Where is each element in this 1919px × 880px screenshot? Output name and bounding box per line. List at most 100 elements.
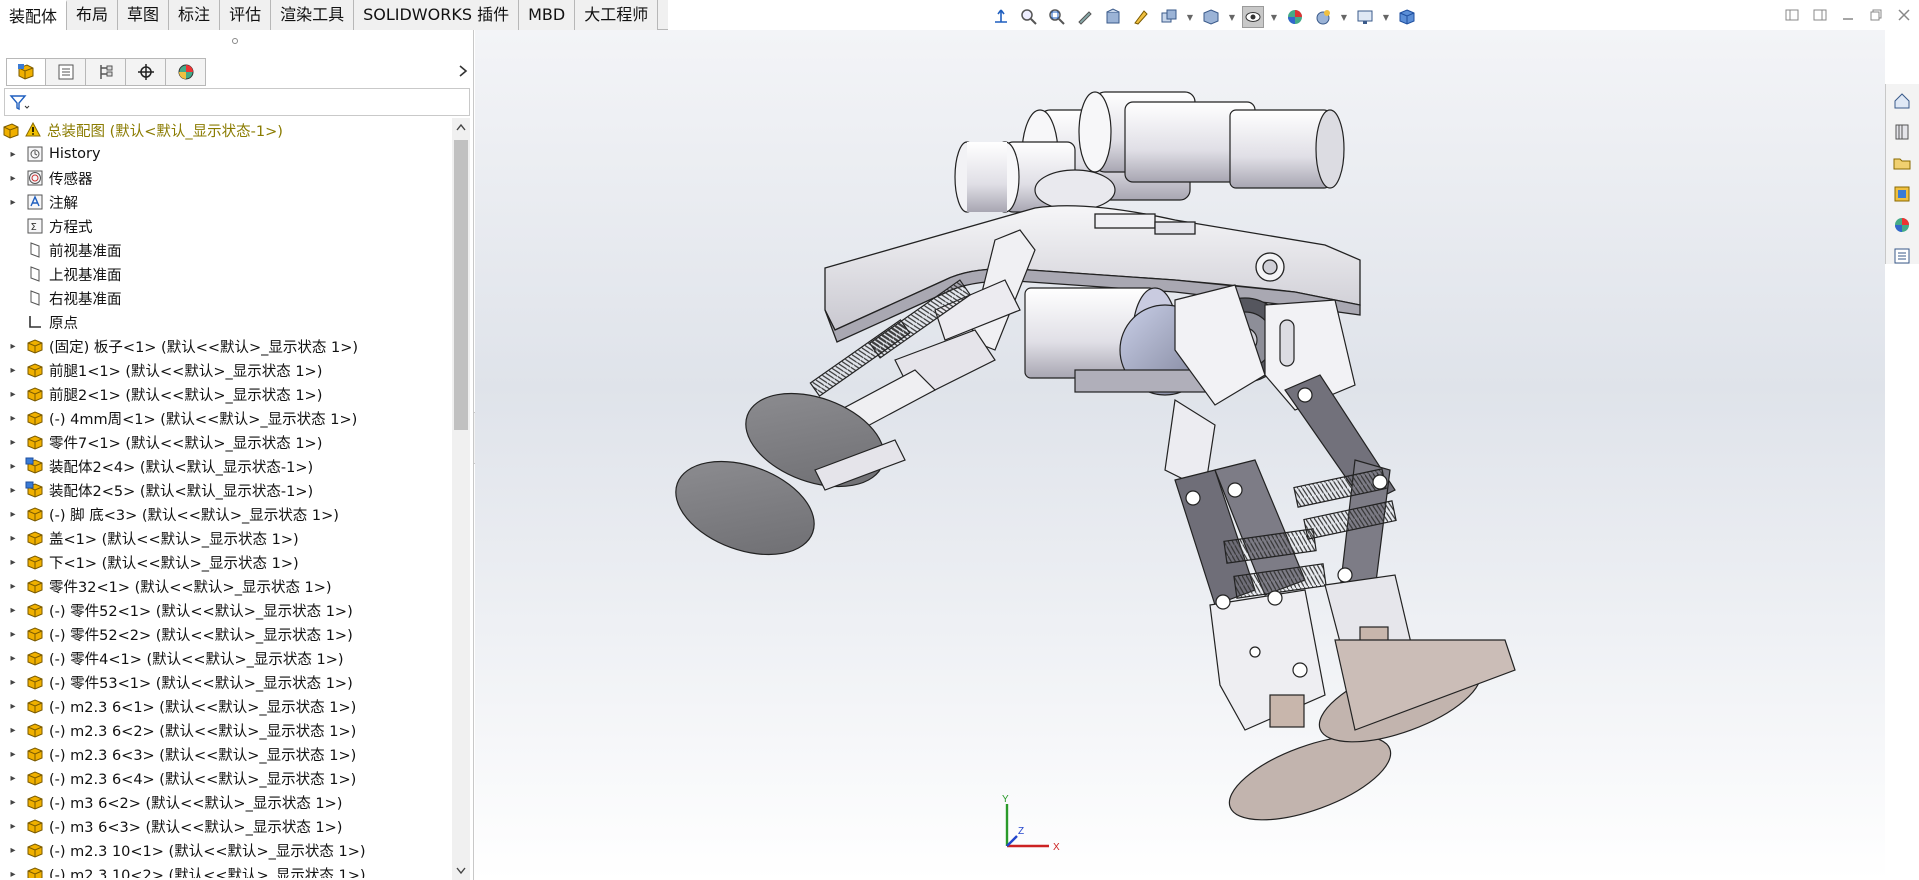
robot-assembly-model[interactable]: [475, 30, 1885, 880]
zoom-to-area-icon[interactable]: [1046, 6, 1068, 28]
custom-properties-icon[interactable]: [1888, 242, 1916, 270]
tree-filter[interactable]: [4, 88, 470, 116]
tree-item[interactable]: Σ 方程式: [0, 214, 452, 238]
zoom-to-fit-icon[interactable]: [1018, 6, 1040, 28]
tab-8[interactable]: 大工程师: [575, 0, 659, 30]
apply-scene-icon[interactable]: [1312, 6, 1334, 28]
tree-item[interactable]: ▸ 传感器: [0, 166, 452, 190]
property-manager-tab[interactable]: [46, 58, 86, 86]
chevron-right-icon[interactable]: [455, 63, 471, 79]
expand-arrow-icon[interactable]: ▸: [6, 341, 20, 352]
expand-arrow-icon[interactable]: ▸: [6, 149, 20, 160]
dimxpert-manager-tab[interactable]: [126, 58, 166, 86]
scroll-up-icon[interactable]: [452, 118, 470, 136]
expand-arrow-icon[interactable]: ▸: [6, 173, 20, 184]
expand-arrow-icon[interactable]: ▸: [6, 437, 20, 448]
tree-item[interactable]: 上视基准面: [0, 262, 452, 286]
tab-6[interactable]: SOLIDWORKS 插件: [354, 0, 520, 30]
home-icon[interactable]: [1888, 87, 1916, 115]
expand-arrow-icon[interactable]: ▸: [6, 797, 20, 808]
tree-item[interactable]: ▸ (-) m2.3 6<2> (默认<<默认>_显示状态 1>): [0, 718, 452, 742]
tree-item[interactable]: ▸ (-) 零件52<2> (默认<<默认>_显示状态 1>): [0, 622, 452, 646]
tile-right-icon[interactable]: [1811, 6, 1829, 24]
tile-left-icon[interactable]: [1783, 6, 1801, 24]
expand-arrow-icon[interactable]: ▸: [6, 677, 20, 688]
tree-item[interactable]: ▸ (固定) 板子<1> (默认<<默认>_显示状态 1>): [0, 334, 452, 358]
view-settings-icon[interactable]: [1354, 6, 1376, 28]
expand-arrow-icon[interactable]: ▸: [6, 605, 20, 616]
file-explorer-icon[interactable]: [1888, 149, 1916, 177]
expand-arrow-icon[interactable]: ▸: [6, 413, 20, 424]
tree-item[interactable]: ▸ (-) m2.3 10<2> (默认<<默认>_显示状态 1>): [0, 862, 452, 878]
tree-root-assembly[interactable]: 总装配图 (默认<默认_显示状态-1>): [0, 118, 452, 142]
minimize-icon[interactable]: [1839, 6, 1857, 24]
hide-show-items-icon[interactable]: [1242, 6, 1264, 28]
scroll-down-icon[interactable]: [452, 862, 470, 880]
configuration-manager-tab[interactable]: [86, 58, 126, 86]
design-library-icon[interactable]: [1888, 118, 1916, 146]
expand-arrow-icon[interactable]: ▸: [6, 485, 20, 496]
close-icon[interactable]: [1895, 6, 1913, 24]
expand-arrow-icon[interactable]: ▸: [6, 701, 20, 712]
tree-item[interactable]: 前视基准面: [0, 238, 452, 262]
tree-item[interactable]: ▸ (-) 4mm周<1> (默认<<默认>_显示状态 1>): [0, 406, 452, 430]
tree-item[interactable]: ▸ 注解: [0, 190, 452, 214]
appearances-icon[interactable]: [1888, 211, 1916, 239]
view-palette-icon[interactable]: [1888, 180, 1916, 208]
tab-7[interactable]: MBD: [519, 0, 576, 30]
tree-item[interactable]: ▸ (-) 零件53<1> (默认<<默认>_显示状态 1>): [0, 670, 452, 694]
tree-item[interactable]: ▸ 装配体2<4> (默认<默认_显示状态-1>): [0, 454, 452, 478]
expand-arrow-icon[interactable]: ▸: [6, 749, 20, 760]
tree-item[interactable]: ▸ 零件7<1> (默认<<默认>_显示状态 1>): [0, 430, 452, 454]
expand-arrow-icon[interactable]: ▸: [6, 461, 20, 472]
3d-view-icon[interactable]: [1396, 6, 1418, 28]
view-orientation-dropdown-icon[interactable]: [1158, 6, 1180, 28]
dynamic-annotation-icon[interactable]: [1130, 6, 1152, 28]
tree-item[interactable]: ▸ (-) m2.3 10<1> (默认<<默认>_显示状态 1>): [0, 838, 452, 862]
expand-arrow-icon[interactable]: ▸: [6, 821, 20, 832]
tree-item[interactable]: ▸ 装配体2<5> (默认<默认_显示状态-1>): [0, 478, 452, 502]
restore-icon[interactable]: [1867, 6, 1885, 24]
panel-grip-icon[interactable]: [232, 38, 238, 44]
section-view-icon[interactable]: [1102, 6, 1124, 28]
tab-1[interactable]: 布局: [67, 0, 119, 30]
expand-arrow-icon[interactable]: ▸: [6, 533, 20, 544]
tree-item[interactable]: 右视基准面: [0, 286, 452, 310]
tree-item[interactable]: ▸ 前腿2<1> (默认<<默认>_显示状态 1>): [0, 382, 452, 406]
tree-scrollbar[interactable]: [452, 118, 470, 880]
tree-item[interactable]: 原点: [0, 310, 452, 334]
tree-item[interactable]: ▸ History: [0, 142, 452, 166]
expand-arrow-icon[interactable]: ▸: [6, 869, 20, 879]
tab-3[interactable]: 标注: [169, 0, 221, 30]
expand-arrow-icon[interactable]: ▸: [6, 389, 20, 400]
tab-5[interactable]: 渲染工具: [271, 0, 355, 30]
view-orientation-icon[interactable]: [990, 6, 1012, 28]
tab-0[interactable]: 装配体: [0, 0, 68, 30]
expand-arrow-icon[interactable]: ▸: [6, 557, 20, 568]
tree-item[interactable]: ▸ (-) m3 6<3> (默认<<默认>_显示状态 1>): [0, 814, 452, 838]
expand-arrow-icon[interactable]: ▸: [6, 845, 20, 856]
tree-item[interactable]: ▸ (-) m3 6<2> (默认<<默认>_显示状态 1>): [0, 790, 452, 814]
chevron-down-icon[interactable]: ▼: [1270, 13, 1278, 22]
expand-arrow-icon[interactable]: ▸: [6, 509, 20, 520]
tab-2[interactable]: 草图: [118, 0, 170, 30]
feature-manager-tab[interactable]: [6, 58, 46, 86]
expand-arrow-icon[interactable]: ▸: [6, 197, 20, 208]
tree-item[interactable]: ▸ (-) m2.3 6<3> (默认<<默认>_显示状态 1>): [0, 742, 452, 766]
filter-icon[interactable]: [9, 93, 31, 111]
chevron-down-icon[interactable]: ▼: [1340, 13, 1348, 22]
previous-view-icon[interactable]: [1074, 6, 1096, 28]
tree-item[interactable]: ▸ 零件32<1> (默认<<默认>_显示状态 1>): [0, 574, 452, 598]
tree-item[interactable]: ▸ 盖<1> (默认<<默认>_显示状态 1>): [0, 526, 452, 550]
chevron-down-icon[interactable]: ▼: [1382, 13, 1390, 22]
expand-arrow-icon[interactable]: ▸: [6, 725, 20, 736]
display-manager-tab[interactable]: [166, 58, 206, 86]
chevron-down-icon[interactable]: ▼: [1228, 13, 1236, 22]
expand-arrow-icon[interactable]: ▸: [6, 581, 20, 592]
tree-item[interactable]: ▸ (-) m2.3 6<4> (默认<<默认>_显示状态 1>): [0, 766, 452, 790]
scrollbar-thumb[interactable]: [454, 140, 468, 430]
tree-item[interactable]: ▸ (-) 零件52<1> (默认<<默认>_显示状态 1>): [0, 598, 452, 622]
tree-item[interactable]: ▸ (-) 脚 底<3> (默认<<默认>_显示状态 1>): [0, 502, 452, 526]
tab-4[interactable]: 评估: [220, 0, 272, 30]
display-style-icon[interactable]: [1200, 6, 1222, 28]
